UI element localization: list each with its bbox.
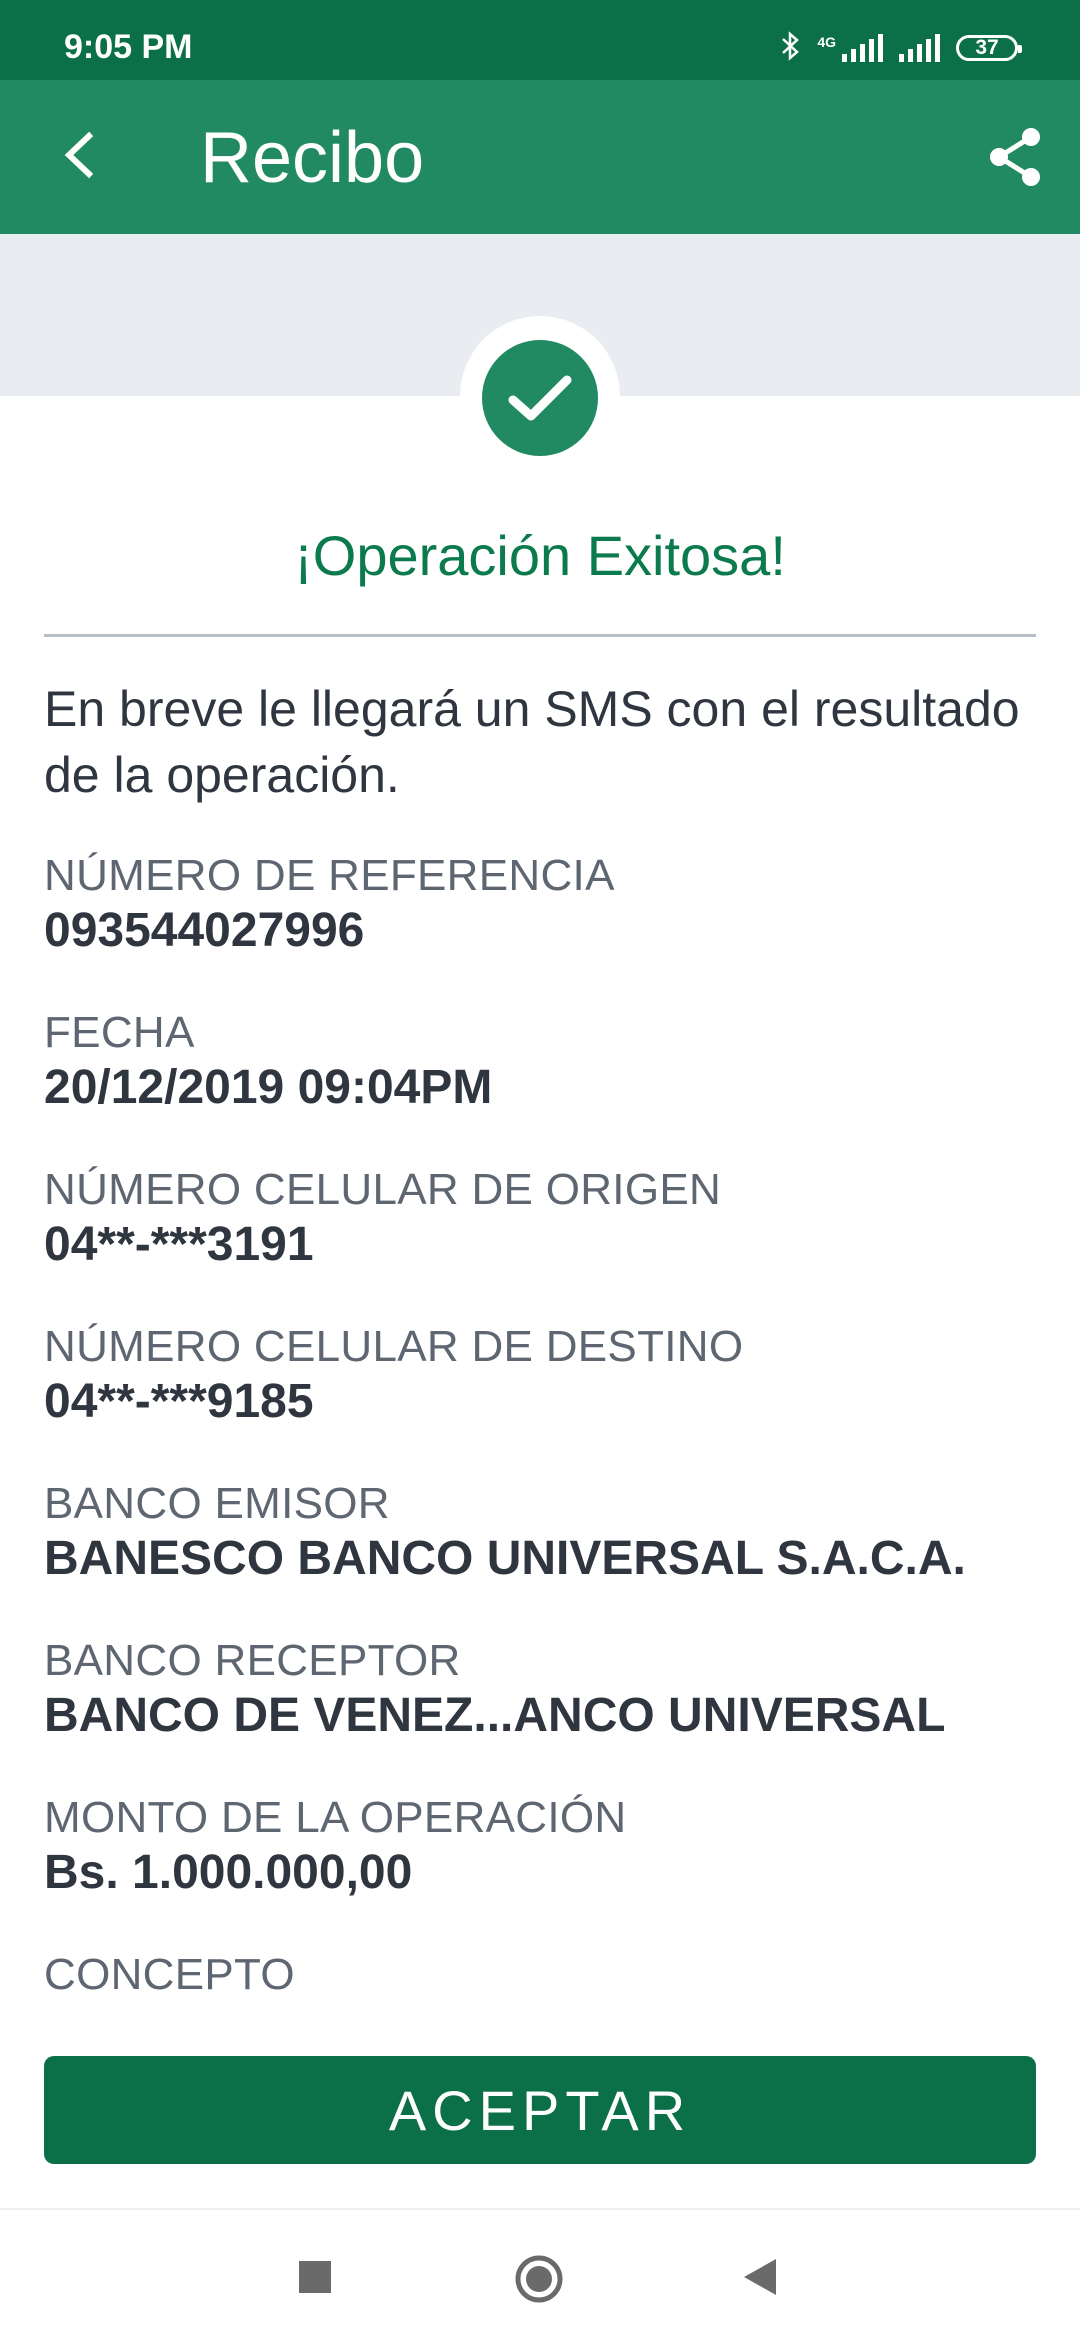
field-destination-phone: NÚMERO CELULAR DE DESTINO 04**-***9185 bbox=[44, 1321, 1044, 1431]
share-icon bbox=[987, 127, 1043, 192]
divider bbox=[44, 634, 1036, 637]
field-label: BANCO EMISOR bbox=[44, 1479, 390, 1528]
field-label: CONCEPTO bbox=[44, 1950, 295, 1999]
field-value: Bs. 1.000.000,00 bbox=[44, 1846, 413, 1899]
status-icons: 4G 37 bbox=[779, 28, 1022, 68]
back-arrow-icon bbox=[59, 130, 99, 185]
share-button[interactable] bbox=[980, 124, 1050, 194]
network-type-label: 4G bbox=[817, 34, 836, 50]
success-title: ¡Operación Exitosa! bbox=[294, 524, 786, 587]
signal-icon bbox=[842, 34, 883, 62]
field-value: 20/12/2019 09:04PM bbox=[44, 1061, 493, 1114]
field-receiving-bank: BANCO RECEPTOR BANCO DE VENEZ...ANCO UNI… bbox=[44, 1635, 1044, 1745]
status-bar: 9:05 PM 4G 37 bbox=[0, 0, 1080, 80]
field-label: FECHA bbox=[44, 1008, 195, 1057]
field-value: BANESCO BANCO UNIVERSAL S.A.C.A. bbox=[44, 1532, 966, 1585]
field-label: NÚMERO DE REFERENCIA bbox=[44, 851, 615, 900]
field-value: BANCO DE VENEZ...ANCO UNIVERSAL bbox=[44, 1689, 946, 1742]
sms-info-message: En breve le llegará un SMS con el result… bbox=[44, 681, 1020, 803]
field-value: 04**-***9185 bbox=[44, 1375, 314, 1428]
field-reference-number: NÚMERO DE REFERENCIA 093544027996 bbox=[44, 850, 1044, 960]
back-icon[interactable] bbox=[740, 2256, 780, 2298]
field-date: FECHA 20/12/2019 09:04PM bbox=[44, 1007, 1044, 1117]
page-title: Recibo bbox=[200, 118, 425, 198]
system-nav-bar bbox=[0, 2208, 1080, 2342]
back-button[interactable] bbox=[44, 122, 114, 192]
field-value: 04**-***3191 bbox=[44, 1218, 314, 1271]
field-value: 093544027996 bbox=[44, 904, 365, 957]
checkmark-icon bbox=[482, 340, 598, 456]
app-bar: Recibo bbox=[0, 80, 1080, 234]
accept-button[interactable]: ACEPTAR bbox=[44, 2056, 1036, 2164]
field-label: MONTO DE LA OPERACIÓN bbox=[44, 1793, 627, 1842]
field-label: BANCO RECEPTOR bbox=[44, 1636, 461, 1685]
field-amount: MONTO DE LA OPERACIÓN Bs. 1.000.000,00 bbox=[44, 1792, 1044, 1902]
field-origin-phone: NÚMERO CELULAR DE ORIGEN 04**-***3191 bbox=[44, 1164, 1044, 1274]
field-issuing-bank: BANCO EMISOR BANESCO BANCO UNIVERSAL S.A… bbox=[44, 1478, 1044, 1588]
field-label: NÚMERO CELULAR DE ORIGEN bbox=[44, 1165, 722, 1214]
battery-icon: 37 bbox=[956, 35, 1022, 61]
field-concept: CONCEPTO bbox=[44, 1949, 1044, 2001]
recents-icon[interactable] bbox=[299, 2261, 331, 2293]
field-label: NÚMERO CELULAR DE DESTINO bbox=[44, 1322, 744, 1371]
status-time: 9:05 PM bbox=[64, 28, 193, 66]
battery-level: 37 bbox=[975, 36, 999, 59]
bluetooth-icon bbox=[779, 30, 801, 67]
home-icon[interactable] bbox=[514, 2254, 564, 2304]
signal-icon bbox=[899, 34, 940, 62]
